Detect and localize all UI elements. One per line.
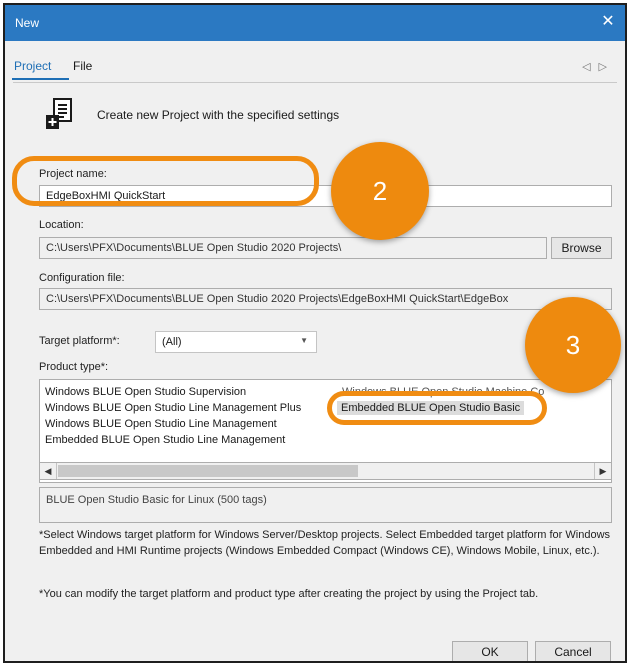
platform-note: *Select Windows target platform for Wind… (39, 529, 611, 557)
target-platform-select[interactable]: (All) ▼ (155, 331, 317, 353)
annotation-badge-3: 3 (525, 297, 621, 393)
tab-bar: Project File ◁▷ (5, 41, 625, 81)
ok-button[interactable]: OK (452, 641, 528, 661)
active-tab-indicator (12, 78, 69, 80)
product-description: BLUE Open Studio Basic for Linux (500 ta… (39, 487, 612, 523)
location-input[interactable]: C:\Users\PFX\Documents\BLUE Open Studio … (39, 237, 547, 259)
new-project-dialog: New ✕ Project File ◁▷ Create new Project… (3, 3, 627, 663)
product-item-supervision[interactable]: Windows BLUE Open Studio Supervision (45, 386, 246, 398)
target-platform-label: Target platform*: (39, 335, 120, 347)
browse-button[interactable]: Browse (551, 237, 612, 259)
title-bar: New ✕ (5, 5, 625, 41)
configuration-file-input[interactable]: C:\Users\PFX\Documents\BLUE Open Studio … (39, 288, 612, 310)
tab-project[interactable]: Project (14, 59, 51, 73)
new-project-icon (46, 98, 72, 129)
product-item-line-management[interactable]: Windows BLUE Open Studio Line Management (45, 418, 277, 430)
window-title: New (15, 16, 40, 30)
product-item-line-management-plus[interactable]: Windows BLUE Open Studio Line Management… (45, 402, 301, 414)
tab-scroll-left-icon[interactable]: ◁ (582, 61, 598, 73)
annotation-ring-embedded-basic (327, 391, 547, 425)
close-icon[interactable]: ✕ (597, 11, 619, 33)
tab-divider (13, 82, 617, 83)
product-item-embedded-line-management[interactable]: Embedded BLUE Open Studio Line Managemen… (45, 434, 285, 446)
product-list-hscrollbar[interactable]: ◀ ▶ (39, 462, 612, 480)
annotation-ring-project-name (12, 156, 319, 206)
scroll-left-icon[interactable]: ◀ (40, 463, 57, 479)
modify-note: *You can modify the target platform and … (39, 588, 539, 600)
scrollbar-thumb[interactable] (58, 465, 358, 477)
chevron-down-icon: ▼ (300, 336, 308, 345)
tab-scroll-arrows[interactable]: ◁▷ (582, 60, 615, 73)
product-type-label: Product type*: (39, 361, 109, 373)
target-platform-value: (All) (162, 336, 182, 348)
configuration-file-label: Configuration file: (39, 272, 125, 284)
scroll-right-icon[interactable]: ▶ (594, 463, 611, 479)
location-label: Location: (39, 219, 84, 231)
annotation-badge-2: 2 (331, 142, 429, 240)
cancel-button[interactable]: Cancel (535, 641, 611, 661)
tab-scroll-right-icon[interactable]: ▷ (599, 61, 615, 73)
tab-file[interactable]: File (73, 59, 92, 73)
intro-text: Create new Project with the specified se… (97, 108, 340, 122)
